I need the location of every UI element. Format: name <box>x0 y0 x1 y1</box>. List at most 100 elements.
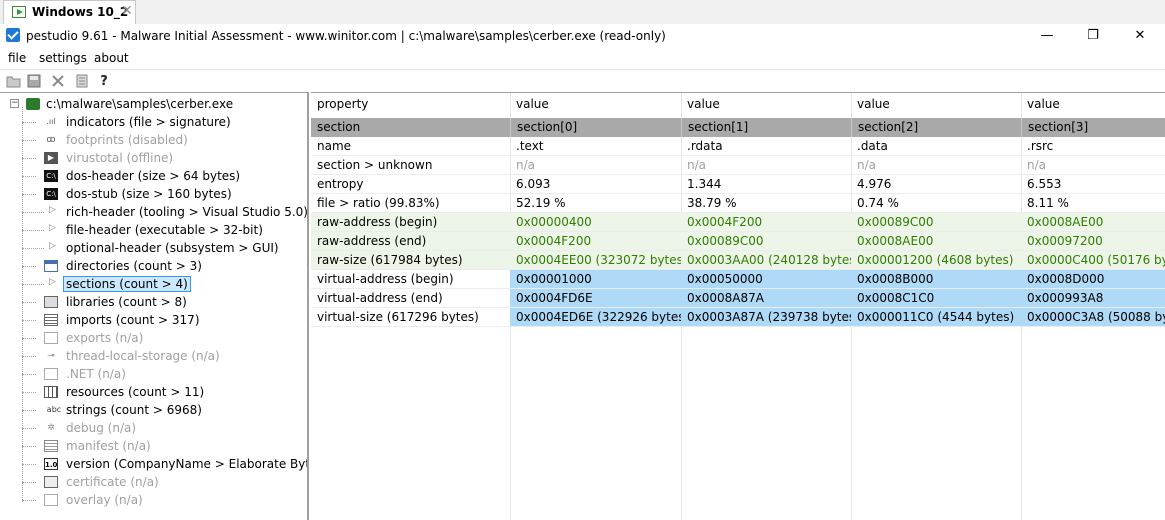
tree-item-libraries[interactable]: libraries (count > 8) <box>0 293 307 311</box>
tree-label: indicators (file > signature) <box>66 115 231 129</box>
tree-item-debug[interactable]: ✲ debug (n/a) <box>0 419 307 437</box>
tree-item-exports[interactable]: exports (n/a) <box>0 329 307 347</box>
tree-item-virustotal[interactable]: ▶ virustotal (offline) <box>0 149 307 167</box>
tree-label: virustotal (offline) <box>66 151 174 165</box>
minimize-button[interactable]: — <box>1027 26 1067 46</box>
vm-tab-close-icon[interactable]: ✕ <box>121 3 133 19</box>
certificate-icon <box>44 476 58 488</box>
value-cell: 0x0004F200 <box>687 215 763 229</box>
column-header-value[interactable]: value <box>681 93 851 115</box>
property-cell: name <box>317 139 352 153</box>
property-cell: raw-address (begin) <box>317 215 438 229</box>
table-row[interactable]: name .text .rdata .data .rsrc <box>311 137 1165 156</box>
table-icon <box>44 260 58 272</box>
tree-item-tls[interactable]: ⊸ thread-local-storage (n/a) <box>0 347 307 365</box>
expand-arrow-icon[interactable]: ▷ <box>49 223 56 233</box>
tree-item-overlay[interactable]: overlay (n/a) <box>0 491 307 509</box>
column-header-value[interactable]: value <box>510 93 681 115</box>
tree-item-sections[interactable]: ▷ sections (count > 4) <box>0 275 307 293</box>
value-cell: 0x0004FD6E <box>510 289 681 308</box>
cut-icon[interactable] <box>50 74 66 88</box>
bug-icon: ✲ <box>47 423 55 433</box>
property-cell: virtual-address (begin) <box>317 272 454 286</box>
table-row[interactable]: raw-size (617984 bytes) 0x0004EE00 (32307… <box>311 251 1165 270</box>
value-cell: .rdata <box>687 139 723 153</box>
save-icon[interactable] <box>26 74 42 88</box>
tree-item-certificate[interactable]: certificate (n/a) <box>0 473 307 491</box>
pestudio-app-icon <box>6 28 20 42</box>
tree-item-indicators[interactable]: .ııl indicators (file > signature) <box>0 113 307 131</box>
menu-about[interactable]: about <box>94 51 129 65</box>
tree-item-optional-header[interactable]: ▷ optional-header (subsystem > GUI) <box>0 239 307 257</box>
value-cell: 0x00001000 <box>510 270 681 289</box>
tree-label: .NET (n/a) <box>66 367 126 381</box>
tree-label: certificate (n/a) <box>66 475 159 489</box>
table-row[interactable]: section > unknown n/a n/a n/a n/a <box>311 156 1165 175</box>
toolbar: ? <box>0 69 1165 92</box>
tree-label: overlay (n/a) <box>66 493 143 507</box>
value-cell: 0x000011C0 (4544 bytes) <box>851 308 1021 327</box>
tree-item-manifest[interactable]: manifest (n/a) <box>0 437 307 455</box>
tree-item-footprints[interactable]: ꝏ footprints (disabled) <box>0 131 307 149</box>
grid-cell: section[1] <box>681 118 851 137</box>
table-row[interactable]: virtual-address (end) 0x0004FD6E 0x0008A87… <box>311 289 1165 308</box>
tree-item-file-header[interactable]: ▷ file-header (executable > 32-bit) <box>0 221 307 239</box>
value-cell: 0x0000C3A8 (50088 bytes) <box>1021 308 1165 327</box>
value-cell: n/a <box>1027 158 1047 172</box>
version-icon: 1.0 <box>44 458 58 470</box>
value-cell: 6.553 <box>1027 177 1062 191</box>
tree-item-dotnet[interactable]: .NET (n/a) <box>0 365 307 383</box>
tree-item-strings[interactable]: abc strings (count > 6968) <box>0 401 307 419</box>
property-cell: virtual-address (end) <box>317 291 443 305</box>
expand-arrow-icon[interactable]: ▷ <box>49 277 56 287</box>
value-cell: 0x00000400 <box>516 215 592 229</box>
value-cell: 52.19 % <box>516 196 566 210</box>
tree-item-rich-header[interactable]: ▷ rich-header (tooling > Visual Studio 5… <box>0 203 307 221</box>
manifest-icon <box>44 440 58 452</box>
value-cell: 0.74 % <box>857 196 899 210</box>
column-header-value[interactable]: value <box>851 93 1021 115</box>
grid-cell: section[3] <box>1021 118 1165 137</box>
section-header-row[interactable]: section section[0] section[1] section[2]… <box>311 118 1165 137</box>
menu-bar: file settings about <box>0 48 1165 68</box>
tree-item-dos-stub[interactable]: C:\ dos-stub (size > 160 bytes) <box>0 185 307 203</box>
menu-settings[interactable]: settings <box>39 51 87 65</box>
vm-tab-label: Windows 10_2 <box>32 5 129 19</box>
value-cell: 0x00089C00 <box>687 234 764 248</box>
table-row[interactable]: file > ratio (99.83%) 52.19 % 38.79 % 0.74 … <box>311 194 1165 213</box>
sections-grid: property value value value value section… <box>311 92 1165 520</box>
help-icon[interactable]: ? <box>96 74 112 89</box>
table-row[interactable]: virtual-address (begin) 0x00001000 0x00050… <box>311 270 1165 289</box>
tree-item-root[interactable]: − c:\malware\samples\cerber.exe <box>0 95 307 113</box>
tree-label: c:\malware\samples\cerber.exe <box>46 97 234 111</box>
list-icon[interactable] <box>74 74 90 88</box>
value-cell: 0x00001200 (4608 bytes) <box>857 253 1014 267</box>
table-row[interactable]: entropy 6.093 1.344 4.976 6.553 <box>311 175 1165 194</box>
value-cell: 0x0008AE00 <box>857 234 934 248</box>
value-cell: 0x00089C00 <box>857 215 934 229</box>
expand-arrow-icon[interactable]: ▷ <box>49 205 56 215</box>
table-row[interactable]: raw-address (begin) 0x00000400 0x0004F200 0… <box>311 213 1165 232</box>
menu-file[interactable]: file <box>8 51 26 65</box>
tree-item-imports[interactable]: imports (count > 317) <box>0 311 307 329</box>
table-row[interactable]: virtual-size (617296 bytes) 0x0004ED6E (3… <box>311 308 1165 327</box>
tree-item-directories[interactable]: directories (count > 3) <box>0 257 307 275</box>
column-header-value[interactable]: value <box>1021 93 1165 115</box>
collapse-icon[interactable]: − <box>10 99 19 108</box>
abc-icon: abc <box>46 405 62 414</box>
footprint-icon: ꝏ <box>46 135 56 145</box>
expand-arrow-icon[interactable]: ▷ <box>49 241 56 251</box>
tree-item-dos-header[interactable]: C:\ dos-header (size > 64 bytes) <box>0 167 307 185</box>
value-cell: .rsrc <box>1027 139 1054 153</box>
column-header-property[interactable]: property <box>311 93 510 115</box>
value-cell: 38.79 % <box>687 196 737 210</box>
value-cell: 0x00097200 <box>1027 234 1103 248</box>
tree-item-version[interactable]: 1.0 version (CompanyName > Elaborate Byt… <box>0 455 307 473</box>
tree-item-resources[interactable]: resources (count > 11) <box>0 383 307 401</box>
open-folder-icon[interactable] <box>6 74 22 88</box>
vm-tab[interactable]: Windows 10_2 ✕ <box>3 0 136 24</box>
maximize-button[interactable]: ❐ <box>1073 26 1113 46</box>
close-button[interactable]: ✕ <box>1120 26 1160 46</box>
table-row[interactable]: raw-address (end) 0x0004F200 0x00089C00 0x0… <box>311 232 1165 251</box>
property-cell: raw-size (617984 bytes) <box>317 253 463 267</box>
